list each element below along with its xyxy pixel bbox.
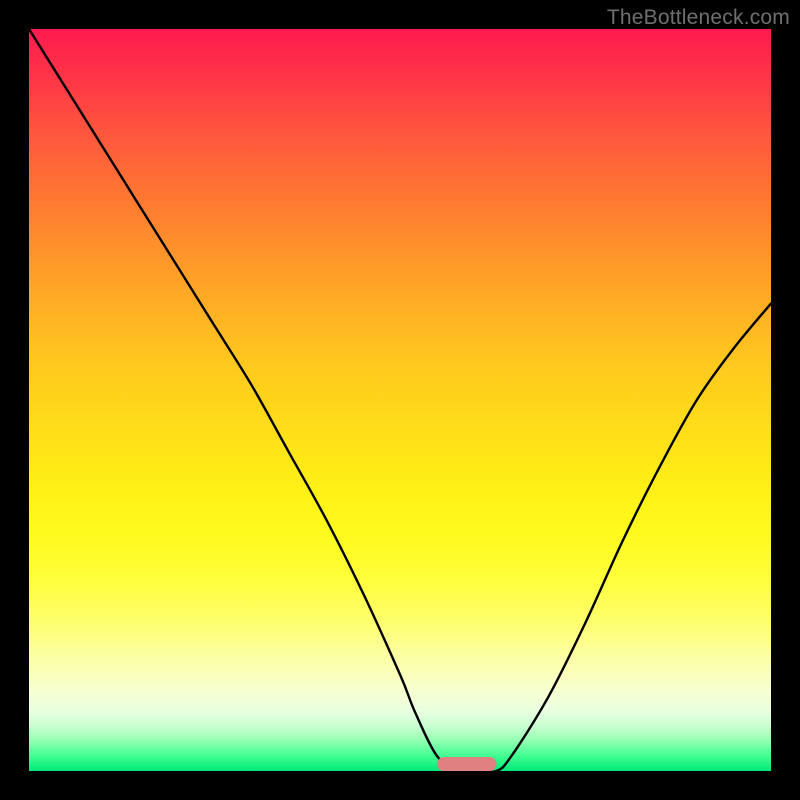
- bottleneck-curve: [29, 29, 771, 771]
- optimal-marker: [437, 757, 496, 771]
- chart-area: [29, 29, 771, 771]
- watermark: TheBottleneck.com: [607, 6, 790, 30]
- chart-overlay: [29, 29, 771, 771]
